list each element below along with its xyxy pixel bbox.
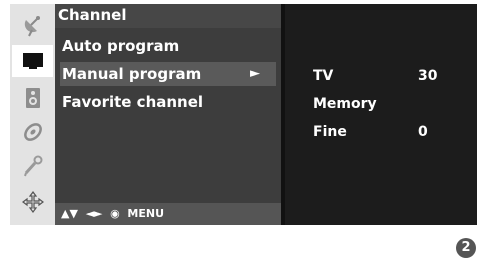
row-label: TV [313, 68, 334, 84]
sidebar-item-audio[interactable] [12, 82, 53, 114]
tv-row[interactable]: TV 30 [313, 66, 463, 86]
row-label: Memory [313, 96, 377, 112]
tv-osd-menu: Channel Auto program Manual program ► Fa… [10, 4, 477, 225]
sidebar-item-time[interactable] [12, 116, 53, 148]
row-value: 30 [418, 68, 438, 84]
navigation-hint: ▲▼ ◄► ◉ MENU [55, 203, 281, 225]
menu-item-favorite-channel[interactable]: Favorite channel [60, 90, 276, 114]
disc-icon [23, 123, 42, 141]
row-label: Fine [313, 124, 347, 140]
settings-cross-icon [21, 191, 44, 213]
submenu-arrow-icon: ► [250, 66, 260, 81]
speaker-icon [25, 88, 40, 108]
page-number-badge: 2 [456, 238, 476, 258]
memory-row[interactable]: Memory [313, 94, 463, 114]
menu-item-label: Auto program [62, 37, 180, 55]
channel-menu: Channel Auto program Manual program ► Fa… [55, 4, 281, 225]
fine-row[interactable]: Fine 0 [313, 122, 463, 142]
manual-program-panel: TV 30 Memory Fine 0 [285, 4, 477, 225]
sidebar [10, 4, 55, 225]
menu-item-manual-program[interactable]: Manual program ► [60, 62, 276, 86]
remote-wand-icon [23, 155, 42, 177]
sidebar-item-option[interactable] [12, 150, 53, 182]
screen-icon [22, 53, 43, 69]
row-value: 0 [418, 124, 428, 140]
menu-title: Channel [55, 4, 281, 28]
satellite-dish-icon [24, 16, 40, 37]
menu-item-auto-program[interactable]: Auto program [60, 34, 276, 58]
menu-item-label: Manual program [62, 65, 202, 83]
sidebar-item-setup[interactable] [12, 186, 53, 218]
sidebar-item-screen[interactable] [12, 45, 53, 77]
menu-item-label: Favorite channel [62, 93, 204, 111]
sidebar-item-satellite[interactable] [12, 10, 53, 42]
